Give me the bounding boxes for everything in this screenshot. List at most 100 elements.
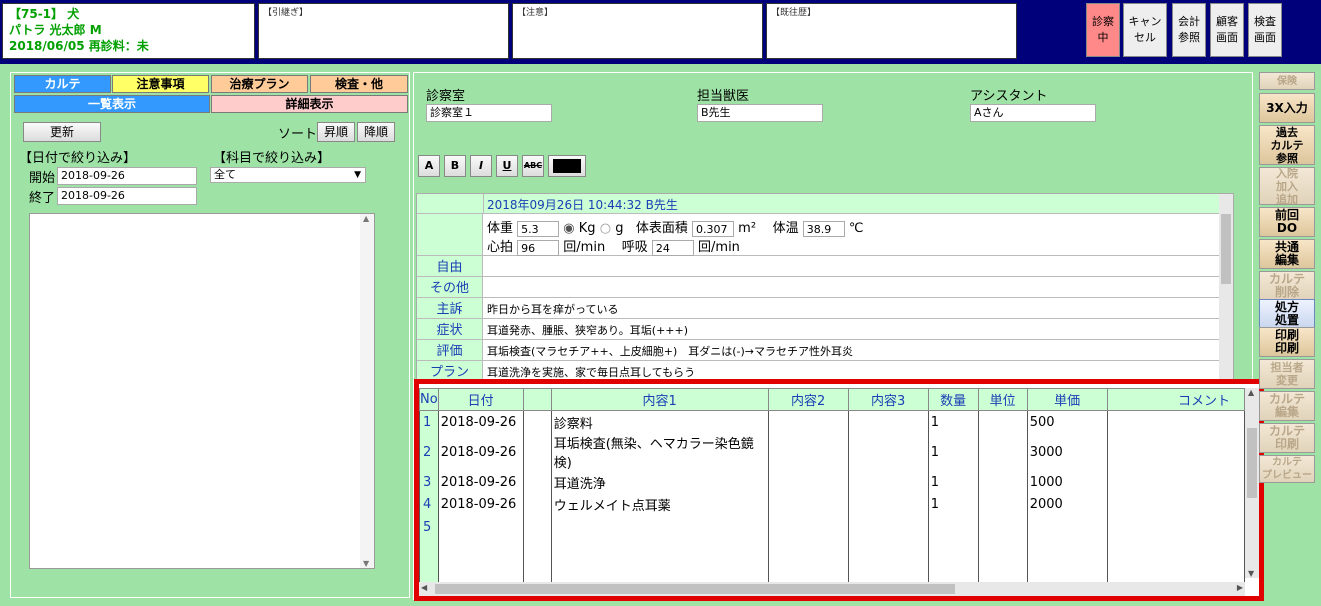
cell-content2[interactable] <box>767 410 849 433</box>
weight-input[interactable]: 5.3 <box>517 221 560 237</box>
cell-unit[interactable] <box>977 538 1028 561</box>
cell-content3[interactable] <box>847 516 929 539</box>
cell-unit[interactable] <box>977 561 1028 584</box>
cell-qty[interactable]: 1 <box>927 493 979 516</box>
common-edit-button[interactable]: 共通 編集 <box>1259 239 1315 269</box>
cell-price[interactable] <box>1026 561 1108 584</box>
symptom-value[interactable]: 耳道発赤、腫脹、狭窄あり。耳垢(+++) <box>487 322 688 338</box>
karte-print-button[interactable]: カルテ 印刷 <box>1259 423 1315 453</box>
cell-content3[interactable] <box>847 410 929 433</box>
cell-blank[interactable] <box>522 516 552 539</box>
billing-button[interactable]: 会計 参照 <box>1172 3 1206 57</box>
karte-list[interactable]: ▲ ▼ <box>29 213 375 569</box>
karte-row-assessment[interactable]: 評価 耳垢検査(マラセチア++、上皮細胞+) 耳ダニは(-)→マラセチア性外耳炎 <box>417 340 1233 361</box>
cell-unit[interactable] <box>977 493 1028 516</box>
cell-price[interactable]: 3000 <box>1026 433 1108 471</box>
table-hscroll-thumb[interactable] <box>435 584 955 594</box>
cell-content2[interactable] <box>767 433 849 471</box>
cell-no[interactable]: 3 <box>419 471 439 494</box>
temp-input[interactable]: 38.9 <box>802 221 845 237</box>
sort-asc-button[interactable]: 昇順 <box>317 122 355 142</box>
karte-list-scrollbar[interactable]: ▲ ▼ <box>360 214 374 568</box>
hr-input[interactable]: 96 <box>517 240 560 256</box>
karte-scrollbar[interactable] <box>1219 194 1233 382</box>
change-staff-button[interactable]: 担当者 変更 <box>1259 359 1315 389</box>
refresh-button[interactable]: 更新 <box>23 122 101 142</box>
karte-delete-button[interactable]: カルテ 削除 <box>1259 271 1315 301</box>
subject-select[interactable]: 全て ▼ <box>210 167 366 183</box>
underline-button[interactable]: U <box>496 155 518 177</box>
cell-comment[interactable] <box>1106 410 1246 433</box>
cell-price[interactable]: 500 <box>1026 410 1108 433</box>
karte-row-complaint[interactable]: 主訴 昨日から耳を痒がっている <box>417 298 1233 319</box>
cell-no[interactable] <box>419 538 439 561</box>
cell-blank[interactable] <box>522 538 552 561</box>
col-unit[interactable]: 単位 <box>977 388 1028 411</box>
karte-preview-button[interactable]: カルテ プレビュー <box>1259 455 1315 483</box>
plan-value[interactable]: 耳道洗浄を実施、家で毎日点耳してもらう <box>487 364 695 380</box>
cell-unit[interactable] <box>977 516 1028 539</box>
prescription-button[interactable]: 処方 処置 <box>1259 299 1315 329</box>
cell-date[interactable]: 2018-09-26 <box>437 433 524 471</box>
cell-date[interactable]: 2018-09-26 <box>437 493 524 516</box>
cell-content3[interactable] <box>847 471 929 494</box>
table-row[interactable] <box>419 538 1246 561</box>
past-karte-button[interactable]: 過去 カルテ 参照 <box>1259 125 1315 165</box>
cell-content1[interactable] <box>550 561 769 584</box>
cell-blank[interactable] <box>522 471 552 494</box>
cell-content2[interactable] <box>767 561 849 584</box>
end-date-input[interactable]: 2018-09-26 <box>57 187 197 205</box>
caution-box[interactable]: 【注意】 <box>512 3 763 59</box>
cell-comment[interactable] <box>1106 561 1246 584</box>
cell-content1[interactable]: ウェルメイト点耳薬 <box>550 493 769 516</box>
cell-content1[interactable]: 耳道洗浄 <box>550 471 769 494</box>
cell-content2[interactable] <box>767 516 849 539</box>
table-row[interactable]: 2 2018-09-26 耳垢検査(無染、ヘマカラー染色鏡検) 1 3000 <box>419 433 1246 471</box>
table-row[interactable]: 5 <box>419 516 1246 539</box>
cell-content3[interactable] <box>847 493 929 516</box>
cell-blank[interactable] <box>522 410 552 433</box>
karte-edit-button[interactable]: カルテ 編集 <box>1259 391 1315 421</box>
cell-date[interactable]: 2018-09-26 <box>437 410 524 433</box>
bsa-input[interactable]: 0.307 <box>692 221 735 237</box>
cell-qty[interactable] <box>927 561 979 584</box>
strikethrough-button[interactable]: ABC <box>522 155 544 177</box>
cell-qty[interactable] <box>927 538 979 561</box>
cell-price[interactable] <box>1026 516 1108 539</box>
table-hscrollbar[interactable]: ◀ ▶ <box>419 582 1245 596</box>
col-date[interactable]: 日付 <box>437 388 524 411</box>
cell-price[interactable]: 2000 <box>1026 493 1108 516</box>
exam-screen-button[interactable]: 検査 画面 <box>1248 3 1282 57</box>
radio-kg-icon[interactable]: ◉ <box>563 221 574 236</box>
col-content3[interactable]: 内容3 <box>847 388 929 411</box>
cell-comment[interactable] <box>1106 516 1246 539</box>
cell-no[interactable] <box>419 561 439 584</box>
cell-comment[interactable] <box>1106 493 1246 516</box>
in-exam-button[interactable]: 診察 中 <box>1086 3 1120 57</box>
cell-blank[interactable] <box>522 561 552 584</box>
cell-qty[interactable]: 1 <box>927 410 979 433</box>
table-row[interactable]: 3 2018-09-26 耳道洗浄 1 1000 <box>419 471 1246 494</box>
cell-no[interactable]: 2 <box>419 433 439 471</box>
karte-row-symptom[interactable]: 症状 耳道発赤、腫脹、狭窄あり。耳垢(+++) <box>417 319 1233 340</box>
karte-scroll-thumb[interactable] <box>1221 214 1231 284</box>
cell-comment[interactable] <box>1106 538 1246 561</box>
cell-comment[interactable] <box>1106 433 1246 471</box>
history-box[interactable]: 【既往歴】 <box>766 3 1017 59</box>
start-date-input[interactable]: 2018-09-26 <box>57 167 197 185</box>
italic-button[interactable]: I <box>470 155 492 177</box>
cell-price[interactable] <box>1026 538 1108 561</box>
karte-row-free[interactable]: 自由 <box>417 256 1233 277</box>
cell-qty[interactable] <box>927 516 979 539</box>
cell-no[interactable]: 1 <box>419 410 439 433</box>
cell-content3[interactable] <box>847 561 929 584</box>
cell-content3[interactable] <box>847 433 929 471</box>
karte-row-other[interactable]: その他 <box>417 277 1233 298</box>
rr-input[interactable]: 24 <box>651 240 694 256</box>
room-input[interactable]: 診察室１ <box>426 104 552 122</box>
handover-box[interactable]: 【引継ぎ】 <box>258 3 509 59</box>
cell-content2[interactable] <box>767 538 849 561</box>
cell-blank[interactable] <box>522 493 552 516</box>
vet-input[interactable]: B先生 <box>697 104 823 122</box>
tab-karte[interactable]: カルテ <box>14 75 111 93</box>
